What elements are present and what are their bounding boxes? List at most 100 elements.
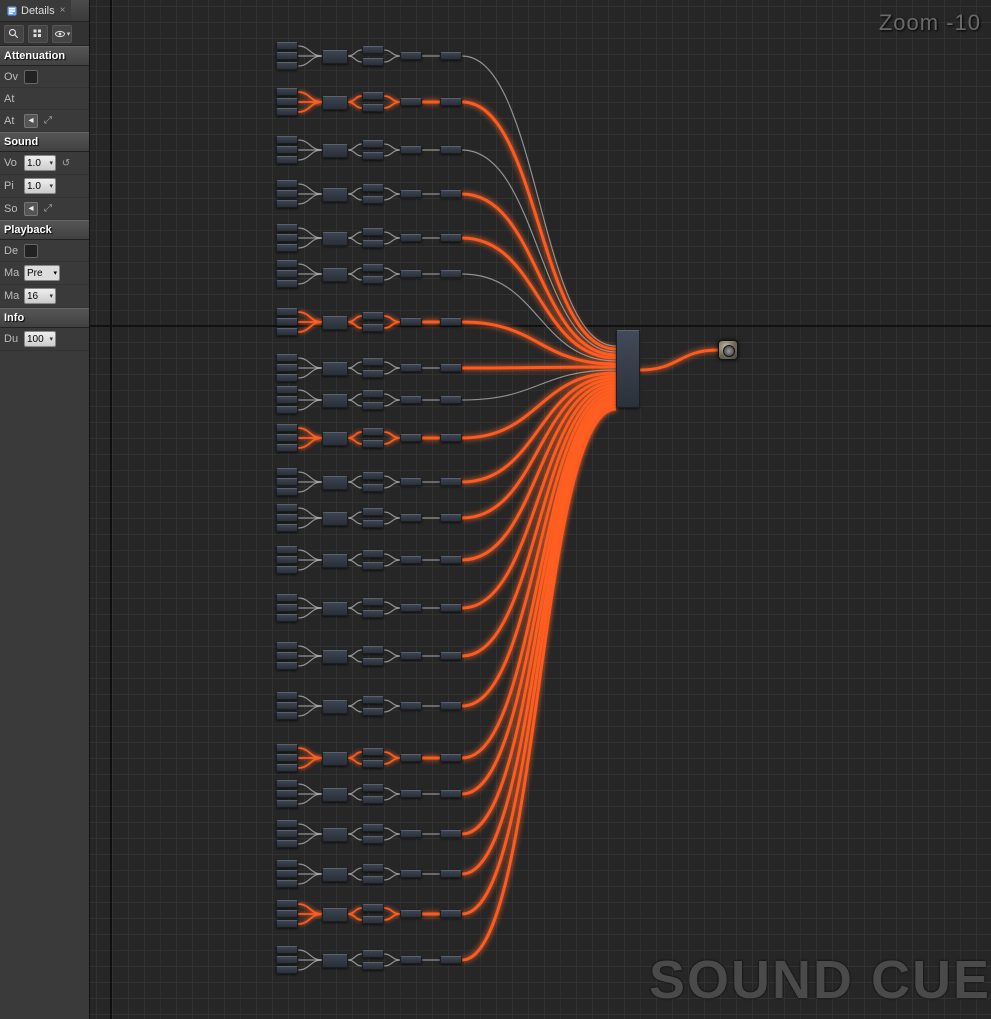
graph-node[interactable] — [362, 358, 384, 366]
graph-node[interactable] — [400, 910, 422, 918]
graph-node[interactable] — [362, 864, 384, 872]
graph-node[interactable] — [276, 156, 298, 164]
graph-node[interactable] — [276, 946, 298, 954]
graph-node[interactable] — [362, 184, 384, 192]
graph-node[interactable] — [276, 98, 298, 106]
graph-node[interactable] — [400, 98, 422, 106]
graph-node[interactable] — [276, 406, 298, 414]
graph-node[interactable] — [440, 478, 462, 486]
graph-node[interactable] — [362, 824, 384, 832]
graph-node[interactable] — [276, 642, 298, 650]
graph-node[interactable] — [276, 820, 298, 828]
graph-node[interactable] — [400, 956, 422, 964]
graph-node[interactable] — [276, 780, 298, 788]
graph-node[interactable] — [276, 136, 298, 144]
checkbox[interactable] — [24, 70, 38, 84]
graph-node[interactable] — [440, 434, 462, 442]
graph-node[interactable] — [276, 88, 298, 96]
graph-node[interactable] — [276, 514, 298, 522]
graph-node[interactable] — [322, 954, 348, 968]
graph-node[interactable] — [322, 362, 348, 376]
view-options-icon[interactable]: ▾ — [52, 25, 72, 43]
graph-node[interactable] — [276, 614, 298, 622]
graph-node[interactable] — [276, 468, 298, 476]
graph-node[interactable] — [276, 900, 298, 908]
graph-node[interactable] — [276, 260, 298, 268]
graph-node[interactable] — [362, 550, 384, 558]
graph-node[interactable] — [440, 556, 462, 564]
graph-node[interactable] — [322, 432, 348, 446]
graph-node[interactable] — [322, 908, 348, 922]
graph-node[interactable] — [362, 390, 384, 398]
graph-node[interactable] — [362, 312, 384, 320]
max-rule-dropdown[interactable]: Pre▾ — [24, 265, 60, 281]
graph-node[interactable] — [276, 108, 298, 116]
graph-node[interactable] — [276, 52, 298, 60]
graph-node[interactable] — [362, 276, 384, 284]
graph-node[interactable] — [276, 910, 298, 918]
graph-node[interactable] — [276, 920, 298, 928]
graph-node[interactable] — [322, 554, 348, 568]
mixer-node[interactable] — [616, 330, 640, 408]
graph-node[interactable] — [276, 200, 298, 208]
graph-node[interactable] — [276, 424, 298, 432]
graph-node[interactable] — [362, 962, 384, 970]
graph-node[interactable] — [400, 652, 422, 660]
graph-node[interactable] — [440, 52, 462, 60]
graph-node[interactable] — [440, 514, 462, 522]
graph-node[interactable] — [440, 146, 462, 154]
graph-node[interactable] — [362, 46, 384, 54]
close-icon[interactable]: × — [58, 5, 66, 16]
graph-node[interactable] — [440, 790, 462, 798]
graph-node[interactable] — [276, 62, 298, 70]
graph-node[interactable] — [440, 364, 462, 372]
checkbox[interactable] — [24, 244, 38, 258]
graph-node[interactable] — [400, 434, 422, 442]
graph-node[interactable] — [362, 520, 384, 528]
graph-node[interactable] — [362, 58, 384, 66]
graph-node[interactable] — [362, 228, 384, 236]
graph-node[interactable] — [362, 472, 384, 480]
graph-node[interactable] — [276, 662, 298, 670]
graph-node[interactable] — [276, 270, 298, 278]
graph-node[interactable] — [276, 652, 298, 660]
graph-node[interactable] — [362, 916, 384, 924]
graph-node[interactable] — [400, 790, 422, 798]
graph-node[interactable] — [362, 152, 384, 160]
pitch-spinner[interactable]: 1.0▾ — [24, 178, 56, 194]
graph-node[interactable] — [400, 604, 422, 612]
section-sound[interactable]: Sound — [0, 132, 89, 152]
graph-node[interactable] — [400, 146, 422, 154]
graph-node[interactable] — [440, 190, 462, 198]
graph-node[interactable] — [276, 604, 298, 612]
graph-node[interactable] — [276, 224, 298, 232]
graph-node[interactable] — [276, 524, 298, 532]
graph-node[interactable] — [322, 394, 348, 408]
graph-node[interactable] — [322, 700, 348, 714]
reset-default-icon[interactable]: ↺ — [60, 157, 72, 169]
graph-node[interactable] — [276, 744, 298, 752]
graph-node[interactable] — [400, 190, 422, 198]
section-info[interactable]: Info — [0, 308, 89, 328]
graph-node[interactable] — [440, 396, 462, 404]
graph-node[interactable] — [362, 428, 384, 436]
graph-node[interactable] — [276, 374, 298, 382]
graph-node[interactable] — [276, 478, 298, 486]
graph-node[interactable] — [276, 190, 298, 198]
graph-node[interactable] — [276, 328, 298, 336]
graph-node[interactable] — [276, 386, 298, 394]
section-attenuation[interactable]: Attenuation — [0, 46, 89, 66]
search-icon[interactable] — [4, 25, 24, 43]
graph-node[interactable] — [276, 546, 298, 554]
graph-node[interactable] — [362, 784, 384, 792]
graph-node[interactable] — [362, 796, 384, 804]
graph-node[interactable] — [322, 752, 348, 766]
graph-node[interactable] — [276, 754, 298, 762]
graph-node[interactable] — [276, 504, 298, 512]
graph-node[interactable] — [440, 830, 462, 838]
graph-node[interactable] — [276, 396, 298, 404]
graph-node[interactable] — [400, 52, 422, 60]
graph-node[interactable] — [440, 604, 462, 612]
graph-node[interactable] — [362, 440, 384, 448]
graph-node[interactable] — [400, 478, 422, 486]
